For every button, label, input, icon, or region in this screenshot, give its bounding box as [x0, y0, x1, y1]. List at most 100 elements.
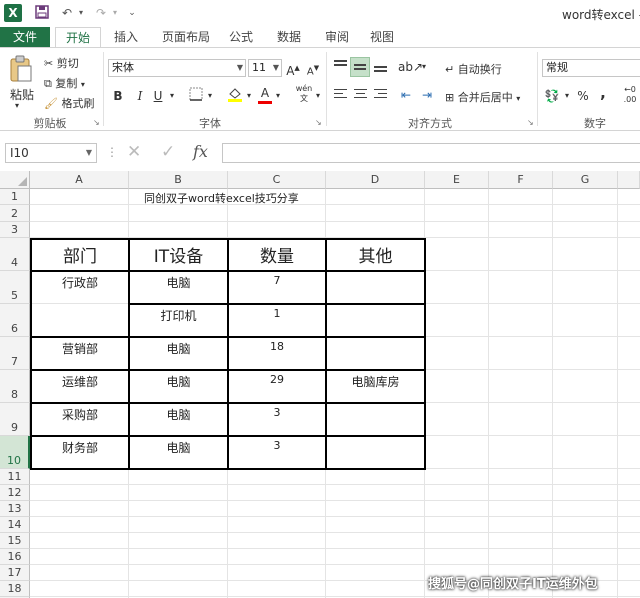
- select-all-corner[interactable]: [0, 171, 30, 189]
- cut-button[interactable]: ✂ 剪切: [44, 55, 79, 71]
- number-format-select[interactable]: 常规: [542, 59, 640, 77]
- row-header[interactable]: 14: [0, 517, 30, 533]
- tab-review[interactable]: 审阅: [320, 27, 354, 47]
- font-color-dropdown-icon[interactable]: ▾: [274, 87, 282, 105]
- cell-device[interactable]: 电脑: [130, 340, 227, 357]
- tab-data[interactable]: 数据: [272, 27, 306, 47]
- dialog-launcher-icon[interactable]: ↘: [527, 118, 534, 127]
- tab-view[interactable]: 视图: [365, 27, 399, 47]
- cell-device[interactable]: 电脑: [130, 373, 227, 390]
- row-header[interactable]: 13: [0, 501, 30, 517]
- row-header[interactable]: 7: [0, 337, 30, 370]
- enter-icon[interactable]: ✓: [161, 142, 175, 162]
- merge-center-button[interactable]: ⊞ 合并后居中 ▾: [445, 89, 520, 105]
- increase-decimal-icon[interactable]: ←0.00: [620, 85, 640, 104]
- cell-device[interactable]: 电脑: [130, 439, 227, 456]
- merge-dropdown-icon[interactable]: ▾: [516, 94, 520, 103]
- cell-device[interactable]: 电脑: [130, 406, 227, 423]
- tab-page-layout[interactable]: 页面布局: [156, 27, 216, 47]
- column-header[interactable]: A: [30, 171, 129, 189]
- row-header[interactable]: 17: [0, 565, 30, 581]
- copy-dropdown-icon[interactable]: ▾: [81, 80, 85, 89]
- header-qty[interactable]: 数量: [229, 242, 325, 267]
- row-header[interactable]: 10: [0, 436, 30, 469]
- copy-button[interactable]: ⧉ 复制 ▾: [44, 75, 85, 91]
- phonetic-dropdown-icon[interactable]: ▾: [314, 87, 322, 105]
- sheet-title-cell[interactable]: 同创双子word转excel技巧分享: [144, 190, 299, 206]
- cell-other[interactable]: 电脑库房: [327, 373, 424, 390]
- align-middle-icon[interactable]: [350, 57, 370, 77]
- worksheet-grid[interactable]: ABCDEFG 12345678910111213141516171819 同创…: [0, 171, 640, 598]
- cell-qty[interactable]: 7: [229, 274, 325, 287]
- paste-dropdown-icon[interactable]: ▾: [15, 101, 19, 110]
- align-top-icon[interactable]: [333, 58, 349, 74]
- orientation-icon[interactable]: ab↗: [398, 58, 423, 76]
- formula-input[interactable]: [222, 143, 640, 163]
- row-header[interactable]: 9: [0, 403, 30, 436]
- cell-qty[interactable]: 18: [229, 340, 325, 353]
- row-header[interactable]: 6: [0, 304, 30, 337]
- align-bottom-icon[interactable]: [373, 58, 389, 74]
- header-dept[interactable]: 部门: [32, 242, 128, 267]
- fill-color-dropdown-icon[interactable]: ▾: [245, 87, 253, 105]
- decrease-font-icon[interactable]: A▼: [306, 59, 320, 77]
- currency-icon[interactable]: 💱: [543, 87, 561, 105]
- tab-formulas[interactable]: 公式: [224, 27, 258, 47]
- row-header[interactable]: 8: [0, 370, 30, 403]
- borders-icon[interactable]: [186, 87, 206, 105]
- excel-icon[interactable]: X: [4, 4, 22, 22]
- row-header[interactable]: 1: [0, 189, 30, 205]
- tab-file[interactable]: 文件: [0, 27, 50, 47]
- cell-dept[interactable]: 营销部: [32, 340, 128, 357]
- underline-button[interactable]: U: [151, 87, 165, 105]
- orientation-dropdown-icon[interactable]: ▾: [420, 58, 428, 76]
- percent-button[interactable]: %: [575, 87, 591, 105]
- align-right-icon[interactable]: [373, 88, 389, 102]
- column-header[interactable]: G: [553, 171, 618, 189]
- cell-qty[interactable]: 3: [229, 406, 325, 419]
- column-header[interactable]: D: [326, 171, 425, 189]
- redo-dropdown-icon[interactable]: ▾: [110, 5, 120, 21]
- cell-dept[interactable]: 财务部: [32, 439, 128, 456]
- cancel-icon[interactable]: ✕: [127, 142, 141, 162]
- underline-dropdown-icon[interactable]: ▾: [167, 87, 177, 105]
- paste-button[interactable]: 粘贴: [10, 86, 34, 103]
- font-name-select[interactable]: 宋体 ▼: [108, 59, 246, 77]
- cell-dept[interactable]: 采购部: [32, 406, 128, 423]
- bold-button[interactable]: B: [111, 87, 125, 105]
- undo-icon[interactable]: ↶: [58, 5, 76, 21]
- undo-dropdown-icon[interactable]: ▾: [76, 5, 86, 21]
- cell-qty[interactable]: 1: [229, 307, 325, 320]
- decrease-indent-icon[interactable]: ⇤: [397, 86, 415, 104]
- cell-dept[interactable]: 运维部: [32, 373, 128, 390]
- row-header[interactable]: 11: [0, 469, 30, 485]
- save-icon[interactable]: [33, 5, 51, 21]
- font-size-select[interactable]: 11 ▼: [248, 59, 282, 77]
- dialog-launcher-icon[interactable]: ↘: [93, 118, 100, 127]
- customize-toolbar-icon[interactable]: ⌄: [126, 5, 138, 21]
- header-device[interactable]: IT设备: [130, 242, 227, 267]
- dialog-launcher-icon[interactable]: ↘: [315, 118, 322, 127]
- fill-color-icon[interactable]: [225, 86, 245, 104]
- header-other[interactable]: 其他: [327, 242, 424, 267]
- column-header[interactable]: F: [489, 171, 553, 189]
- italic-button[interactable]: I: [133, 87, 147, 105]
- row-header[interactable]: 15: [0, 533, 30, 549]
- align-left-icon[interactable]: [333, 88, 349, 102]
- borders-dropdown-icon[interactable]: ▾: [206, 87, 214, 105]
- row-header[interactable]: 3: [0, 222, 30, 238]
- cell-qty[interactable]: 29: [229, 373, 325, 386]
- cell-qty[interactable]: 3: [229, 439, 325, 452]
- row-header[interactable]: 16: [0, 549, 30, 565]
- tab-home[interactable]: 开始: [55, 27, 101, 47]
- align-center-icon[interactable]: [353, 88, 369, 102]
- font-color-icon[interactable]: A: [258, 86, 272, 104]
- tab-insert[interactable]: 插入: [106, 27, 146, 47]
- row-header[interactable]: 4: [0, 238, 30, 271]
- row-header[interactable]: 2: [0, 205, 30, 222]
- cell-device[interactable]: 电脑: [130, 274, 227, 291]
- increase-font-icon[interactable]: A▲: [286, 59, 300, 78]
- phonetic-icon[interactable]: wén 文: [294, 84, 314, 103]
- format-painter-button[interactable]: 🖌 格式刷: [44, 95, 94, 111]
- name-box[interactable]: I10 ▼: [5, 143, 97, 163]
